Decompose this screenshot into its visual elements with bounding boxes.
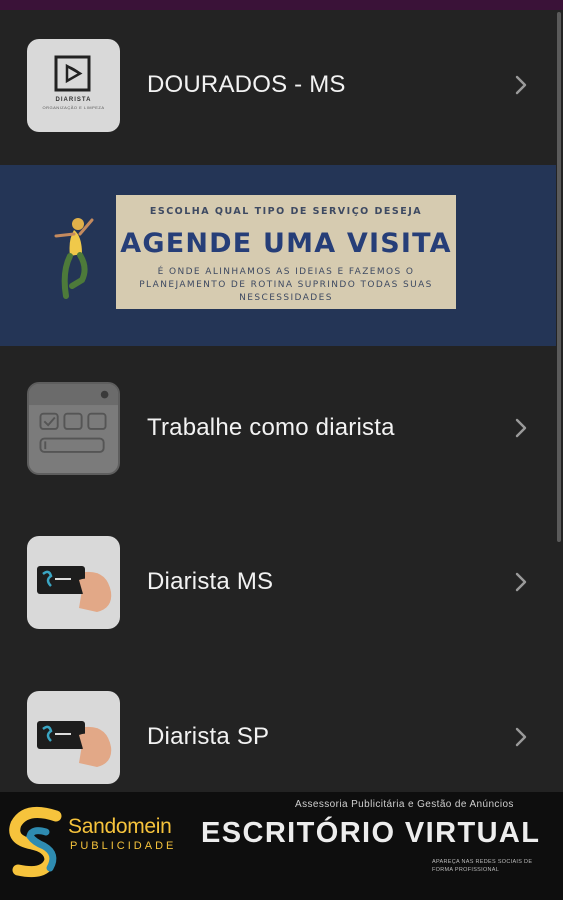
diarista-sp-thumbnail <box>27 690 120 784</box>
banner-card: ESCOLHA QUAL TIPO DE SERVIÇO DESEJA AGEN… <box>116 195 456 309</box>
chevron-right-icon <box>515 572 527 592</box>
thumb-brand-text: DIARISTA <box>55 96 92 103</box>
list-item-dourados[interactable]: DIARISTA ORGANIZAÇÃO E LIMPEZA DOURADOS … <box>0 30 556 140</box>
thumb-brand-subtext: ORGANIZAÇÃO E LIMPEZA <box>42 104 105 110</box>
scrollbar[interactable] <box>557 12 561 542</box>
diarista-ms-thumbnail <box>27 535 120 629</box>
chevron-right-icon <box>515 75 527 95</box>
dourados-thumbnail: DIARISTA ORGANIZAÇÃO E LIMPEZA <box>27 38 120 132</box>
chevron-right-icon <box>515 418 527 438</box>
sandomein-logo-icon <box>9 806 62 878</box>
list-item-label: Trabalhe como diarista <box>147 414 395 441</box>
status-strip <box>0 0 563 10</box>
list-item-diarista-ms[interactable]: Diarista MS <box>0 527 556 637</box>
dancer-illustration <box>54 218 94 299</box>
form-window-icon <box>29 383 118 453</box>
banner-top-text: ESCOLHA QUAL TIPO DE SERVIÇO DESEJA <box>149 206 423 217</box>
banner-title: AGENDE UMA VISITA <box>120 228 452 259</box>
list-item-diarista-sp[interactable]: Diarista SP <box>0 682 556 792</box>
footer-brand-sub: PUBLICIDADE <box>70 840 177 852</box>
play-logo-icon <box>54 55 91 91</box>
card-hand-icon <box>37 720 112 767</box>
footer-small-text: APAREÇA NAS REDES SOCIAIS DE FORMA PROFI… <box>432 859 533 873</box>
list-item-label: DOURADOS - MS <box>147 71 346 98</box>
ad-banner[interactable]: Sandomein PUBLICIDADE Assessoria Publici… <box>0 792 563 900</box>
footer-brand: Sandomein <box>68 815 172 838</box>
list-item-trabalhe[interactable]: Trabalhe como diarista <box>0 373 556 483</box>
footer-tagline: Assessoria Publicitária e Gestão de Anún… <box>295 799 514 810</box>
app-screen: DIARISTA ORGANIZAÇÃO E LIMPEZA DOURADOS … <box>0 0 563 900</box>
footer-title: ESCRITÓRIO VIRTUAL <box>201 817 541 849</box>
chevron-right-icon <box>515 727 527 747</box>
promo-banner[interactable]: ESCOLHA QUAL TIPO DE SERVIÇO DESEJA AGEN… <box>0 165 556 346</box>
trabalhe-thumbnail <box>27 381 120 475</box>
list-item-label: Diarista SP <box>147 723 270 750</box>
list-item-label: Diarista MS <box>147 568 274 595</box>
banner-subtitle: É ONDE ALINHAMOS AS IDEIAS E FAZEMOS O P… <box>139 267 433 303</box>
card-hand-icon <box>37 565 112 612</box>
